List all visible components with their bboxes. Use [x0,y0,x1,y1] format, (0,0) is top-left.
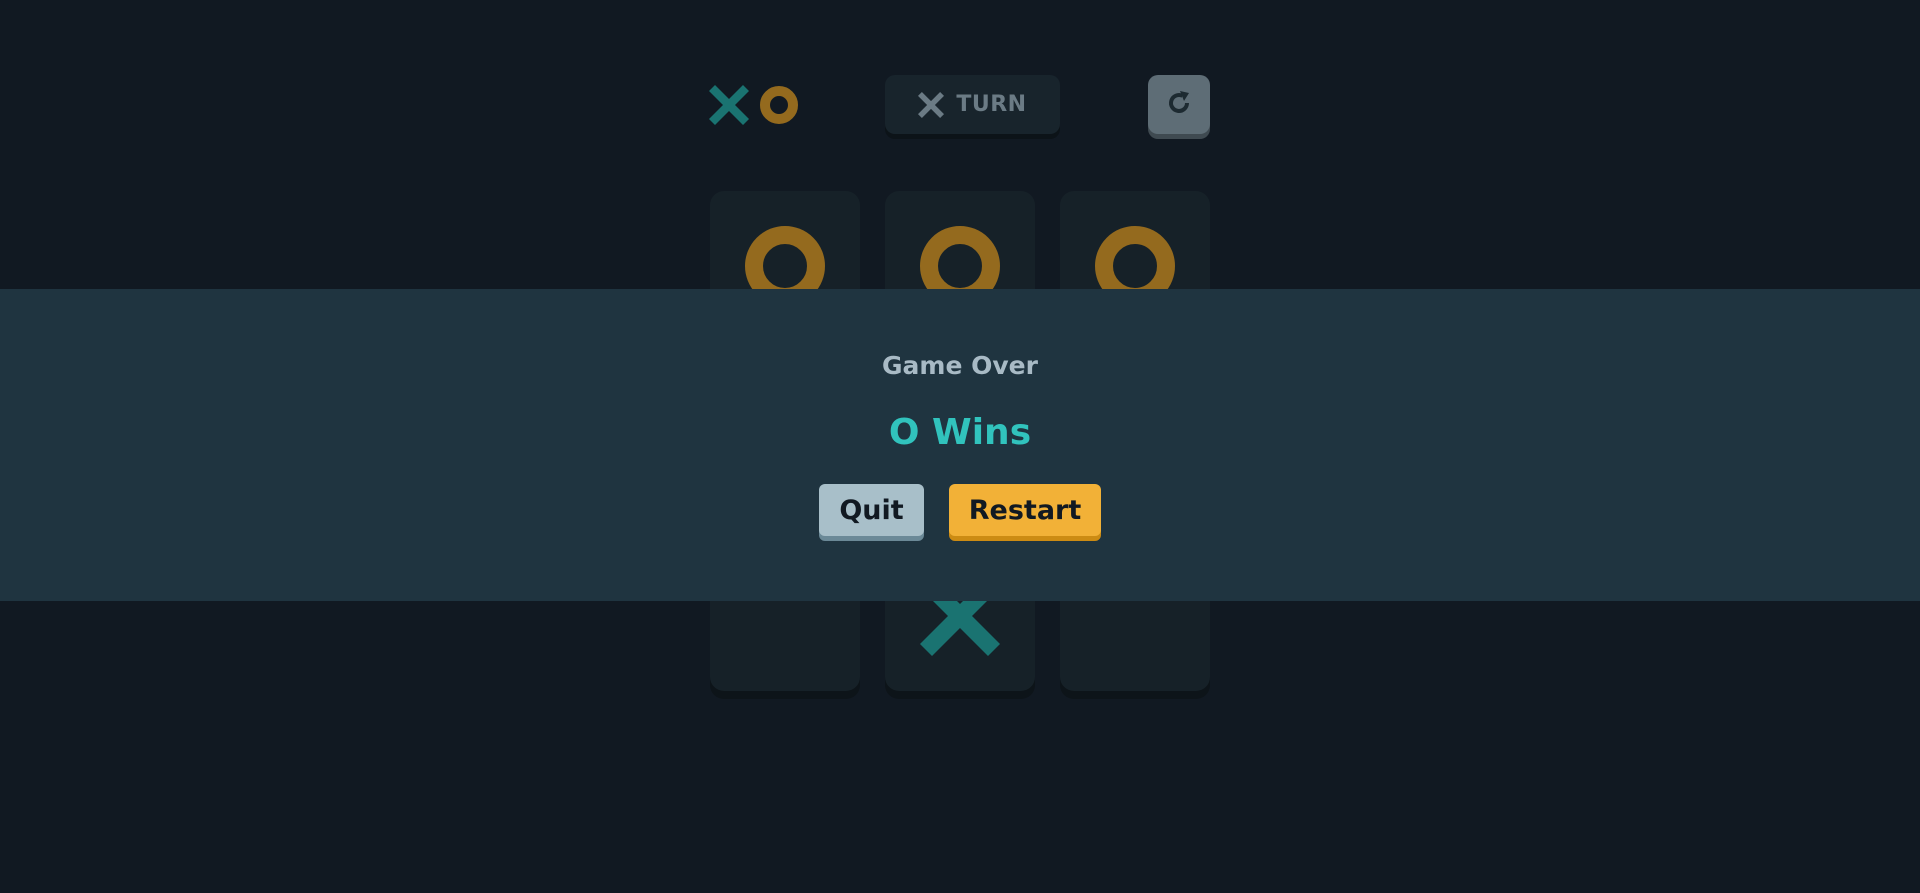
overlay-title: Game Over [882,351,1038,380]
restart-arrow-icon [1165,89,1193,121]
winner-text: O Wins [888,412,1032,453]
overlay-actions: Quit Restart [0,484,1920,536]
x-mark-icon [918,91,945,118]
turn-indicator: TURN [885,75,1060,134]
reset-button[interactable] [1148,75,1210,134]
game-screen: TURN Game Over O Wins Quit Restart [0,0,1920,893]
quit-button[interactable]: Quit [819,484,924,536]
xo-logo-icon [708,84,804,126]
restart-button[interactable]: Restart [949,484,1101,536]
turn-label: TURN [956,92,1027,117]
